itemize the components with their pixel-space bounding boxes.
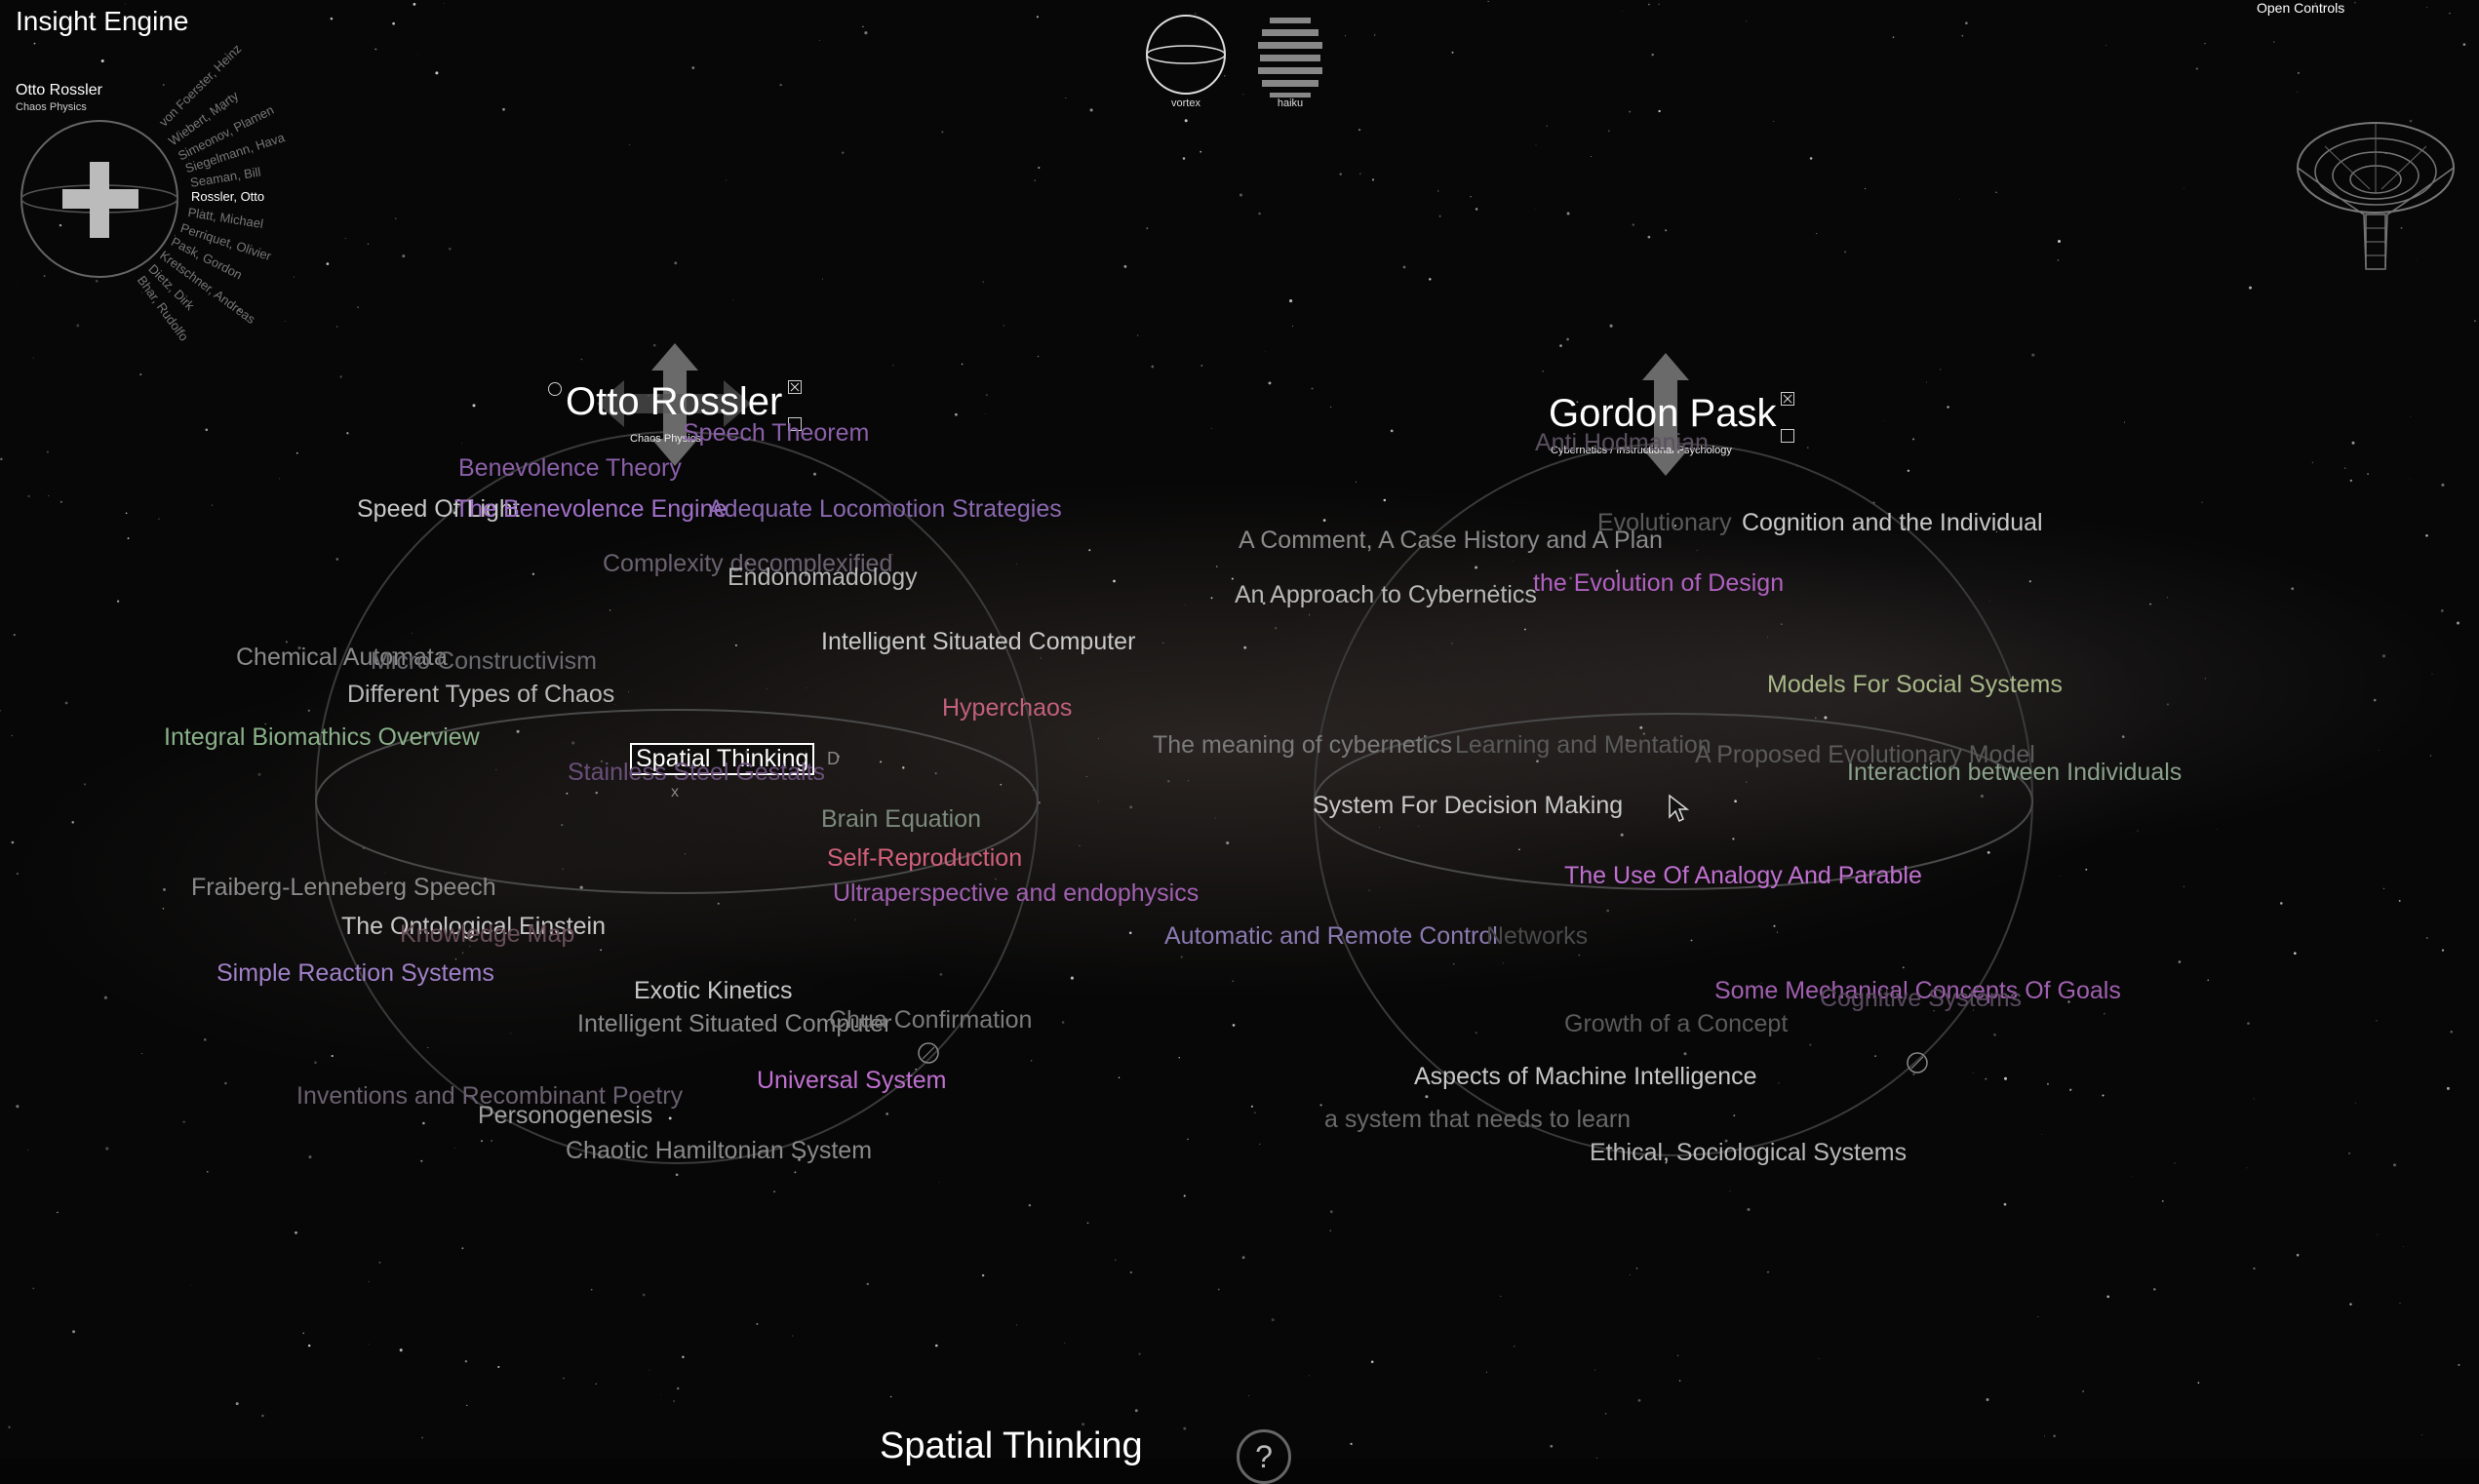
topic-label[interactable]: Knowledge Map xyxy=(400,920,574,949)
topic-label[interactable]: Micro Constructivism xyxy=(371,647,597,676)
open-controls-link[interactable]: Open Controls xyxy=(2257,0,2344,16)
topic-label[interactable]: Aspects of Machine Intelligence xyxy=(1414,1063,1757,1091)
topic-label[interactable]: Stainless Steel Gestalts xyxy=(568,759,825,787)
topic-label[interactable]: Intelligent Situated Computer xyxy=(821,628,1135,656)
topic-label[interactable]: System For Decision Making xyxy=(1313,792,1623,820)
topic-label[interactable]: Brain Equation xyxy=(821,805,981,834)
haiku-lines-icon[interactable] xyxy=(1256,16,1324,98)
minimize-node-icon[interactable] xyxy=(1781,429,1794,443)
selection-d-marker: D xyxy=(827,749,840,768)
people-arc-item[interactable]: Rossler, Otto xyxy=(191,189,264,204)
close-node-icon[interactable] xyxy=(788,380,802,394)
mouse-cursor-icon xyxy=(1669,794,1690,823)
topic-label[interactable]: Growth of a Concept xyxy=(1564,1010,1788,1038)
topic-label[interactable]: Anti Hodmanian xyxy=(1535,429,1709,457)
topic-label[interactable]: Chaotic Hamiltonian System xyxy=(566,1137,872,1165)
topic-label[interactable]: Ultraperspective and endophysics xyxy=(833,879,1199,908)
topic-label[interactable]: the Evolution of Design xyxy=(1533,569,1784,598)
topic-label[interactable]: Chua Confirmation xyxy=(829,1006,1032,1035)
current-person-name: Otto Rossler xyxy=(16,82,102,98)
topic-label[interactable]: Endonomadology xyxy=(728,564,918,592)
sphere-handle-icon[interactable] xyxy=(917,1041,940,1065)
topic-label[interactable]: Hyperchaos xyxy=(942,694,1072,722)
topic-label[interactable]: Adequate Locomotion Strategies xyxy=(708,495,1062,524)
help-button[interactable]: ? xyxy=(1237,1429,1291,1484)
topic-label[interactable]: Ethical, Sociological Systems xyxy=(1590,1139,1907,1167)
topic-label[interactable]: The Benevolence Engine xyxy=(454,495,727,524)
topic-label[interactable]: An Approach to Cybernetics xyxy=(1235,581,1537,609)
topic-label[interactable]: Learning and Mentation xyxy=(1455,731,1712,760)
topic-label[interactable]: a system that needs to learn xyxy=(1324,1106,1631,1134)
topic-label[interactable]: A Comment, A Case History and A Plan xyxy=(1239,527,1663,555)
selected-topic-title: Spatial Thinking xyxy=(880,1425,1143,1466)
topic-label[interactable]: Interaction between Individuals xyxy=(1847,759,2182,787)
current-person-field: Chaos Physics xyxy=(16,101,87,113)
focus-node-icon[interactable] xyxy=(548,382,562,396)
topic-label[interactable]: Integral Biomathics Overview xyxy=(164,723,480,752)
sphere-handle-icon[interactable] xyxy=(1906,1051,1929,1074)
topic-label[interactable]: Fraiberg-Lenneberg Speech xyxy=(191,874,496,902)
vortex-funnel-icon[interactable] xyxy=(2296,121,2461,277)
topic-label[interactable]: The Use Of Analogy And Parable xyxy=(1564,862,1922,890)
topic-label[interactable]: Personogenesis xyxy=(478,1102,652,1130)
topic-label[interactable]: Speech Theorem xyxy=(683,419,869,448)
selection-x-marker[interactable]: x xyxy=(671,784,679,801)
topic-label[interactable]: Models For Social Systems xyxy=(1767,671,2063,699)
sphere-icon[interactable] xyxy=(1145,14,1227,96)
topic-label[interactable]: Universal System xyxy=(757,1067,947,1095)
topic-label[interactable]: The meaning of cybernetics xyxy=(1153,731,1452,760)
topic-label[interactable]: Simple Reaction Systems xyxy=(216,959,494,988)
topic-label[interactable]: Self-Reproduction xyxy=(827,844,1022,873)
topic-label[interactable]: Exotic Kinetics xyxy=(634,977,793,1005)
close-node-icon[interactable] xyxy=(1781,392,1794,406)
topic-label[interactable]: Cognitive Systems xyxy=(1820,985,2022,1013)
topic-label[interactable]: Different Types of Chaos xyxy=(347,681,614,709)
node-title-otto-rossler[interactable]: Otto Rossler xyxy=(566,380,782,424)
topic-label[interactable]: Benevolence Theory xyxy=(458,454,682,483)
view-mode-haiku-label[interactable]: haiku xyxy=(1251,98,1329,109)
view-mode-vortex-label[interactable]: vortex xyxy=(1147,98,1225,109)
topic-label[interactable]: Automatic and Remote Control xyxy=(1164,922,1498,951)
topic-label[interactable]: Cognition and the Individual xyxy=(1742,509,2043,537)
topic-label[interactable]: Networks xyxy=(1486,922,1588,951)
app-title: Insight Engine xyxy=(16,6,189,36)
